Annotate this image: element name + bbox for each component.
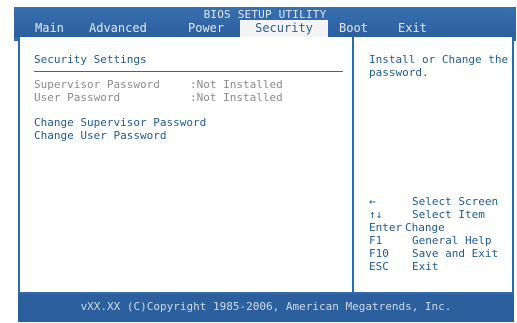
- key-help-select-screen: Select Screen: [412, 195, 499, 208]
- key-f1: F1: [369, 234, 383, 247]
- supervisor-password-status: :Not Installed: [190, 78, 283, 91]
- key-enter: Enter: [369, 221, 403, 234]
- tab-security[interactable]: Security: [240, 20, 328, 37]
- tab-exit[interactable]: Exit: [398, 20, 427, 37]
- panel-divider: [352, 37, 354, 294]
- footer-bar: vXX.XX (C)Copyright 1985-2006, American …: [18, 294, 514, 322]
- key-f10: F10: [369, 247, 389, 260]
- key-help-general-help: General Help: [412, 234, 492, 247]
- left-arrow-icon: ←: [369, 195, 376, 208]
- help-text-line1: Install or Change the: [369, 53, 509, 66]
- heading-underline: [34, 71, 343, 72]
- section-heading: Security Settings: [34, 53, 147, 66]
- key-help-save-and-exit: Save and Exit: [412, 247, 499, 260]
- user-password-status: :Not Installed: [190, 91, 283, 104]
- up-down-arrow-icon: ↑↓: [369, 208, 383, 221]
- title-bar: BIOS SETUP UTILITY Main Advanced Power S…: [14, 7, 516, 37]
- supervisor-password-label: Supervisor Password: [34, 78, 160, 91]
- tab-power[interactable]: Power: [188, 20, 224, 37]
- tab-main[interactable]: Main: [35, 20, 64, 37]
- copyright-text: vXX.XX (C)Copyright 1985-2006, American …: [80, 300, 452, 313]
- key-help-select-item: Select Item: [412, 208, 485, 221]
- bios-window: BIOS SETUP UTILITY Main Advanced Power S…: [14, 7, 516, 322]
- tab-advanced[interactable]: Advanced: [89, 20, 147, 37]
- tab-boot[interactable]: Boot: [339, 20, 368, 37]
- help-text-line2: password.: [369, 66, 429, 79]
- user-password-label: User Password: [34, 91, 121, 104]
- change-supervisor-password-item[interactable]: Change Supervisor Password: [34, 116, 206, 129]
- key-esc: ESC: [369, 260, 389, 273]
- key-help-change: Change: [405, 221, 445, 234]
- change-user-password-item[interactable]: Change User Password: [34, 129, 166, 142]
- key-help-exit: Exit: [412, 260, 439, 273]
